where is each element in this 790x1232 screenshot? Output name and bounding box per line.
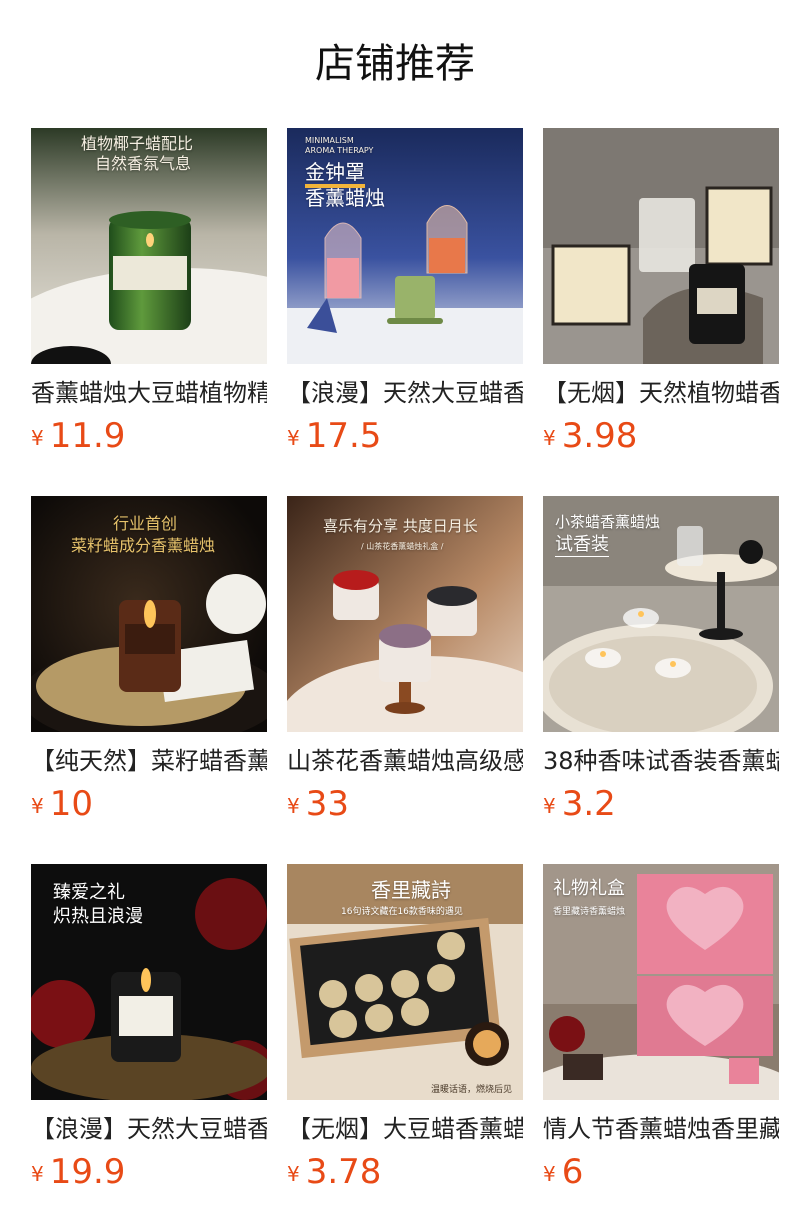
- currency-symbol: ¥: [543, 426, 556, 450]
- currency-symbol: ¥: [31, 794, 44, 818]
- currency-symbol: ¥: [287, 794, 300, 818]
- product-name[interactable]: 【浪漫】天然大豆蜡香薰蜡烛: [31, 1112, 267, 1146]
- overlay-text: 16句诗文藏在16款香味的遇见: [341, 907, 463, 917]
- product-price: ¥3.78: [287, 1152, 381, 1192]
- price-value: 3.78: [305, 1152, 382, 1192]
- product-image[interactable]: 礼物礼盒 香里藏诗香薰蜡烛: [543, 864, 779, 1100]
- product-price: ¥17.5: [287, 416, 381, 456]
- product-name[interactable]: 【浪漫】天然大豆蜡香薰蜡烛: [287, 376, 523, 410]
- product-image[interactable]: 植物椰子蜡配比 自然香氛气息: [31, 128, 267, 364]
- product-image[interactable]: 香里藏詩 16句诗文藏在16款香味的遇见 温暖话语，燃烧后见: [287, 864, 523, 1100]
- overlay-text: 香里藏詩: [371, 878, 451, 902]
- product-name[interactable]: 情人节香薰蜡烛香里藏诗礼盒: [543, 1112, 779, 1146]
- currency-symbol: ¥: [543, 794, 556, 818]
- price-value: 33: [305, 784, 349, 824]
- currency-symbol: ¥: [287, 426, 300, 450]
- price-value: 11.9: [49, 416, 126, 456]
- overlay-text: 香薰蜡烛: [305, 186, 385, 210]
- overlay-text: AROMA THERAPY: [305, 146, 374, 155]
- product-image[interactable]: 行业首创 菜籽蜡成分香薰蜡烛: [31, 496, 267, 732]
- product-image[interactable]: MINIMALISM AROMA THERAPY 金钟罩 香薰蜡烛: [287, 128, 523, 364]
- product-price: ¥19.9: [31, 1152, 125, 1192]
- product-price: ¥11.9: [31, 416, 125, 456]
- overlay-text: / 山茶花香薰蜡烛礼盒 /: [361, 542, 444, 551]
- product-image[interactable]: 臻爱之礼 炽热且浪漫: [31, 864, 267, 1100]
- overlay-text: 试香装: [555, 534, 609, 557]
- overlay-text: 礼物礼盒: [553, 878, 625, 899]
- overlay-text: 喜乐有分享 共度日月长: [323, 517, 478, 535]
- product-image[interactable]: [543, 128, 779, 364]
- product-price: ¥3.98: [543, 416, 637, 456]
- overlay-text: 炽热且浪漫: [53, 906, 143, 927]
- currency-symbol: ¥: [31, 426, 44, 450]
- price-value: 19.9: [49, 1152, 126, 1192]
- product-name[interactable]: 【无烟】大豆蜡香薰蜡烛礼盒: [287, 1112, 523, 1146]
- product-image[interactable]: 小茶蜡香薰蜡烛 试香装: [543, 496, 779, 732]
- currency-symbol: ¥: [287, 1162, 300, 1186]
- price-value: 10: [49, 784, 93, 824]
- price-value: 17.5: [305, 416, 382, 456]
- overlay-text: 行业首创: [113, 514, 178, 533]
- overlay-text: 香里藏诗香薰蜡烛: [553, 907, 626, 917]
- page-title: 店铺推荐: [315, 41, 475, 87]
- overlay-text: 菜籽蜡成分香薰蜡烛: [71, 536, 216, 555]
- product-price: ¥10: [31, 784, 93, 824]
- overlay-text: MINIMALISM: [305, 136, 354, 145]
- price-value: 3.2: [561, 784, 616, 824]
- overlay-text: 植物椰子蜡配比: [81, 134, 194, 153]
- product-name[interactable]: 38种香味试香装香薰蜡烛: [543, 744, 779, 778]
- overlay-text: 自然香氛气息: [95, 154, 192, 173]
- product-price: ¥6: [543, 1152, 583, 1192]
- overlay-text: 金钟罩: [305, 160, 365, 188]
- product-price: ¥33: [287, 784, 349, 824]
- price-value: 6: [561, 1152, 584, 1192]
- overlay-text: 小茶蜡香薰蜡烛: [555, 513, 661, 531]
- overlay-text: 臻爱之礼: [53, 882, 125, 903]
- overlay-text: 温暖话语，燃烧后见: [431, 1085, 513, 1095]
- product-name[interactable]: 【纯天然】菜籽蜡香薰蜡烛: [31, 744, 267, 778]
- price-value: 3.98: [561, 416, 638, 456]
- product-name[interactable]: 香薰蜡烛大豆蜡植物精油香氛: [31, 376, 267, 410]
- product-name[interactable]: 山茶花香薰蜡烛高级感礼盒: [287, 744, 523, 778]
- product-price: ¥3.2: [543, 784, 616, 824]
- currency-symbol: ¥: [31, 1162, 44, 1186]
- product-image[interactable]: 喜乐有分享 共度日月长 / 山茶花香薰蜡烛礼盒 /: [287, 496, 523, 732]
- product-name[interactable]: 【无烟】天然植物蜡香薰蜡烛: [543, 376, 779, 410]
- currency-symbol: ¥: [543, 1162, 556, 1186]
